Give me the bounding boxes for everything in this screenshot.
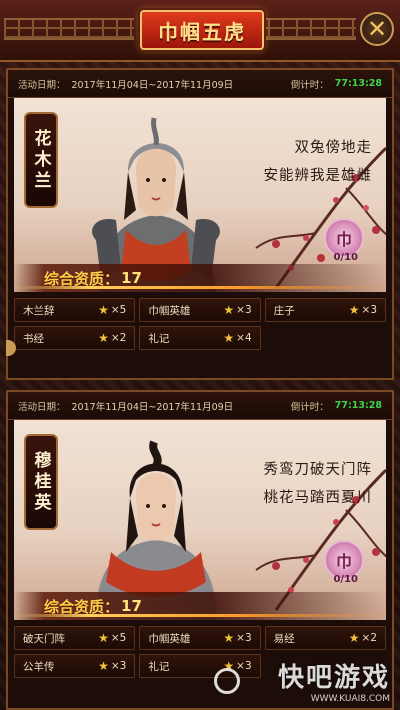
countdown-timer: 77:13:28	[334, 400, 382, 411]
star-icon: ★	[348, 631, 360, 645]
token-glyph: 巾	[335, 230, 352, 249]
event-date-row: 活动日期： 2017年11月04日~2017年11月09日 倒计时： 77:13…	[8, 392, 392, 420]
book-multiplier: ×5	[110, 304, 127, 316]
star-icon: ★	[348, 303, 360, 317]
book-multiplier: ×5	[110, 632, 127, 644]
hero-card-1: 活动日期： 2017年11月04日~2017年11月09日 倒计时： 77:13…	[6, 68, 394, 380]
book-item[interactable]: 礼记 ★ ×3	[139, 654, 261, 678]
star-icon: ★	[98, 631, 109, 645]
date-range: 2017年11月04日~2017年11月09日	[71, 79, 234, 91]
hero-poem: 双兔傍地走 安能辨我是雄雌	[264, 134, 373, 190]
hero-scene[interactable]: 穆桂英 秀鸾刀破天门阵 桃花马踏西夏川 巾 0/10 综合资质： 17	[14, 420, 386, 620]
event-date-row: 活动日期： 2017年11月04日~2017年11月09日 倒计时： 77:13…	[8, 70, 392, 98]
event-title-plate: 巾帼五虎	[140, 10, 264, 50]
star-icon: ★	[98, 303, 109, 317]
book-list: 木兰辞 ★ ×5 巾帼英雄 ★ ×3 庄子 ★ ×3 书经 ★ ×2 礼记 ★ …	[8, 292, 392, 356]
hero-name-plate: 穆桂英	[24, 434, 58, 530]
hero-scene[interactable]: 花木兰 双兔傍地走 安能辨我是雄雌 巾 0/10 综合资质： 17	[14, 98, 386, 292]
poem-line-1: 秀鸾刀破天门阵	[263, 462, 372, 478]
event-title: 巾帼五虎	[158, 19, 246, 44]
watermark-logo-icon	[214, 668, 240, 694]
lattice-ornament-left	[4, 18, 134, 40]
countdown-label: 倒计时：	[290, 79, 329, 91]
close-button[interactable]: ✕	[360, 12, 394, 46]
token-glyph: 巾	[335, 552, 352, 571]
book-name: 书经	[23, 332, 44, 345]
quality-value: 17	[121, 597, 142, 615]
watermark: 快吧游戏 WWW.KUAI8.COM	[278, 657, 390, 704]
quality-bar: 综合资质： 17	[14, 592, 386, 620]
book-item[interactable]: 庄子 ★ ×3	[264, 298, 386, 322]
poem-line-2: 桃花马踏西夏川	[263, 490, 372, 506]
book-item[interactable]: 巾帼英雄 ★ ×3	[139, 298, 261, 322]
hero-name: 花木兰	[30, 128, 51, 192]
close-icon: ✕	[366, 15, 388, 43]
token-count: 0/10	[333, 252, 358, 263]
book-name: 礼记	[148, 660, 170, 673]
token-count: 0/10	[333, 574, 358, 585]
book-multiplier: ×3	[236, 632, 252, 644]
book-item[interactable]: 礼记 ★ ×4	[139, 326, 261, 350]
book-name: 礼记	[148, 332, 170, 345]
book-item[interactable]: 木兰辞 ★ ×5	[14, 298, 136, 322]
poem-line-2: 安能辨我是雄雌	[263, 168, 372, 184]
book-name: 木兰辞	[23, 304, 55, 317]
book-multiplier: ×2	[110, 332, 127, 344]
book-name: 易经	[273, 632, 295, 645]
book-multiplier: ×3	[361, 304, 377, 316]
date-label: 活动日期：	[18, 79, 66, 91]
star-icon: ★	[98, 331, 109, 345]
book-name: 公羊传	[23, 660, 55, 673]
star-icon: ★	[98, 659, 109, 673]
book-item[interactable]: 书经 ★ ×2	[14, 326, 136, 350]
book-name: 庄子	[273, 304, 295, 317]
date-label: 活动日期：	[18, 401, 66, 413]
book-item[interactable]: 巾帼英雄 ★ ×3	[139, 626, 261, 650]
watermark-url: WWW.KUAI8.COM	[310, 694, 390, 704]
book-name: 巾帼英雄	[148, 304, 191, 317]
book-item[interactable]: 易经 ★ ×2	[264, 626, 386, 650]
star-icon: ★	[223, 303, 235, 317]
star-icon: ★	[223, 631, 235, 645]
book-multiplier: ×3	[236, 304, 252, 316]
book-multiplier: ×3	[236, 660, 252, 672]
book-multiplier: ×3	[110, 660, 127, 672]
book-name: 巾帼英雄	[148, 632, 191, 645]
watermark-title: 快吧游戏	[277, 663, 390, 693]
hero-name: 穆桂英	[30, 450, 51, 514]
countdown-timer: 77:13:28	[334, 78, 382, 89]
date-range: 2017年11月04日~2017年11月09日	[71, 401, 234, 413]
quality-glow	[14, 286, 386, 289]
book-name: 破天门阵	[23, 632, 65, 645]
quality-value: 17	[121, 269, 142, 287]
book-item[interactable]: 公羊传 ★ ×3	[14, 654, 136, 678]
star-icon: ★	[223, 331, 235, 345]
book-item[interactable]: 破天门阵 ★ ×5	[14, 626, 136, 650]
quality-glow	[14, 614, 386, 617]
hero-poem: 秀鸾刀破天门阵 桃花马踏西夏川	[264, 456, 373, 512]
hero-name-plate: 花木兰	[24, 112, 58, 208]
poem-line-1: 双兔傍地走	[294, 140, 372, 156]
countdown-label: 倒计时：	[290, 401, 329, 413]
book-multiplier: ×2	[361, 632, 377, 644]
quality-bar: 综合资质： 17	[14, 264, 386, 292]
book-multiplier: ×4	[236, 332, 252, 344]
header-bar: 巾帼五虎 ✕	[0, 0, 400, 62]
